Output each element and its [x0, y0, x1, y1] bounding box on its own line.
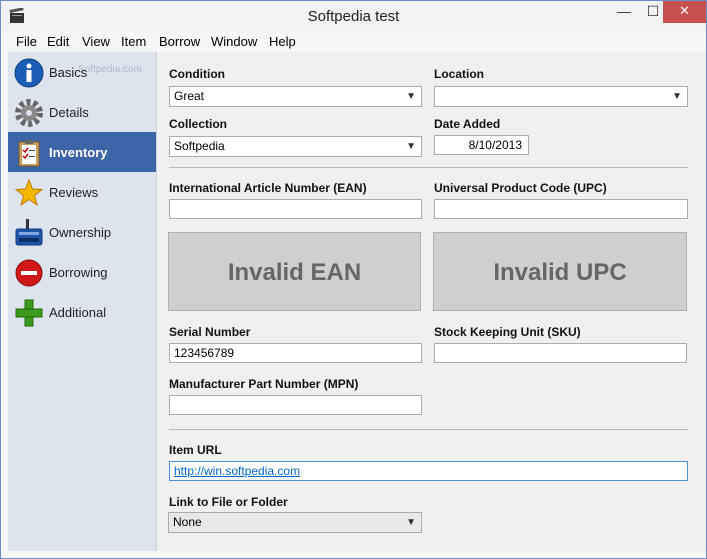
sku-input[interactable] [434, 343, 687, 363]
clipboard-icon [18, 140, 40, 167]
serial-label: Serial Number [169, 325, 251, 339]
sidebar-item-label: Ownership [49, 225, 112, 240]
collection-value: Softpedia [174, 139, 225, 153]
mpn-label: Manufacturer Part Number (MPN) [169, 377, 359, 391]
menu-help[interactable]: Help [269, 34, 296, 49]
sku-label: Stock Keeping Unit (SKU) [434, 325, 581, 339]
location-select[interactable]: ▼ [434, 86, 688, 107]
chevron-down-icon: ▼ [672, 91, 682, 102]
serial-input[interactable]: 123456789 [169, 343, 422, 363]
menu-item[interactable]: Item [121, 34, 146, 49]
sidebar: Softpedia.com Basics Details Inventory R… [8, 52, 157, 551]
inventory-panel: Condition Great ▼ Location ▼ Collection … [158, 52, 706, 551]
menu-window[interactable]: Window [211, 34, 257, 49]
item-url-label: Item URL [169, 443, 222, 457]
sidebar-item-label: Borrowing [49, 265, 108, 280]
location-label: Location [434, 67, 484, 81]
chevron-down-icon: ▼ [406, 141, 416, 152]
title-bar: Softpedia test — ☐ ✕ [1, 1, 706, 32]
ean-input[interactable] [169, 199, 422, 219]
condition-label: Condition [169, 67, 225, 81]
plus-icon [15, 299, 43, 327]
close-button[interactable]: ✕ [663, 1, 706, 23]
sidebar-item-label: Additional [49, 305, 107, 320]
collection-label: Collection [169, 117, 228, 131]
sidebar-item-label: Details [49, 105, 89, 120]
link-file-select[interactable]: None ▼ [168, 512, 422, 533]
divider [169, 167, 688, 168]
upc-label: Universal Product Code (UPC) [434, 181, 607, 195]
condition-value: Great [174, 89, 205, 103]
ean-label: International Article Number (EAN) [169, 181, 367, 195]
sidebar-item-additional[interactable]: Additional [8, 292, 156, 332]
mpn-input[interactable] [169, 395, 422, 415]
sidebar-item-reviews[interactable]: Reviews [8, 172, 156, 212]
chevron-down-icon: ▼ [406, 91, 416, 102]
menu-file[interactable]: File [16, 34, 37, 49]
link-file-value: None [173, 515, 202, 529]
sidebar-item-borrowing[interactable]: Borrowing [8, 252, 156, 292]
date-added-label: Date Added [434, 117, 501, 131]
condition-select[interactable]: Great ▼ [169, 86, 422, 107]
menu-bar: File Edit View Item Borrow Window Help [1, 32, 706, 52]
sidebar-item-label: Inventory [49, 145, 108, 160]
gear-icon [15, 99, 43, 127]
collection-select[interactable]: Softpedia ▼ [169, 136, 422, 157]
sidebar-item-ownership[interactable]: Ownership [8, 212, 156, 252]
date-added-field[interactable]: 8/10/2013 [434, 135, 529, 155]
ean-barcode-preview: Invalid EAN [168, 232, 421, 311]
sidebar-item-details[interactable]: Details [8, 92, 156, 132]
sidebar-item-label: Basics [49, 65, 88, 80]
menu-edit[interactable]: Edit [47, 34, 69, 49]
item-url-link[interactable]: http://win.softpedia.com [174, 464, 300, 478]
sidebar-item-basics[interactable]: Basics [8, 52, 156, 92]
no-entry-icon [15, 259, 43, 287]
app-window: Softpedia test — ☐ ✕ File Edit View Item… [0, 0, 707, 559]
upc-barcode-preview: Invalid UPC [433, 232, 687, 311]
sidebar-item-label: Reviews [49, 185, 99, 200]
item-url-input[interactable]: http://win.softpedia.com [169, 461, 688, 481]
window-title: Softpedia test [307, 8, 400, 25]
link-file-label: Link to File or Folder [169, 495, 288, 509]
sidebar-item-inventory[interactable]: Inventory [8, 132, 156, 172]
chevron-down-icon: ▼ [406, 517, 416, 528]
menu-borrow[interactable]: Borrow [159, 34, 200, 49]
cash-register-icon [15, 219, 43, 246]
divider [169, 429, 688, 430]
upc-input[interactable] [434, 199, 688, 219]
minimize-button[interactable]: — [610, 1, 638, 23]
menu-view[interactable]: View [82, 34, 110, 49]
info-icon [14, 58, 44, 88]
star-icon [14, 178, 44, 207]
